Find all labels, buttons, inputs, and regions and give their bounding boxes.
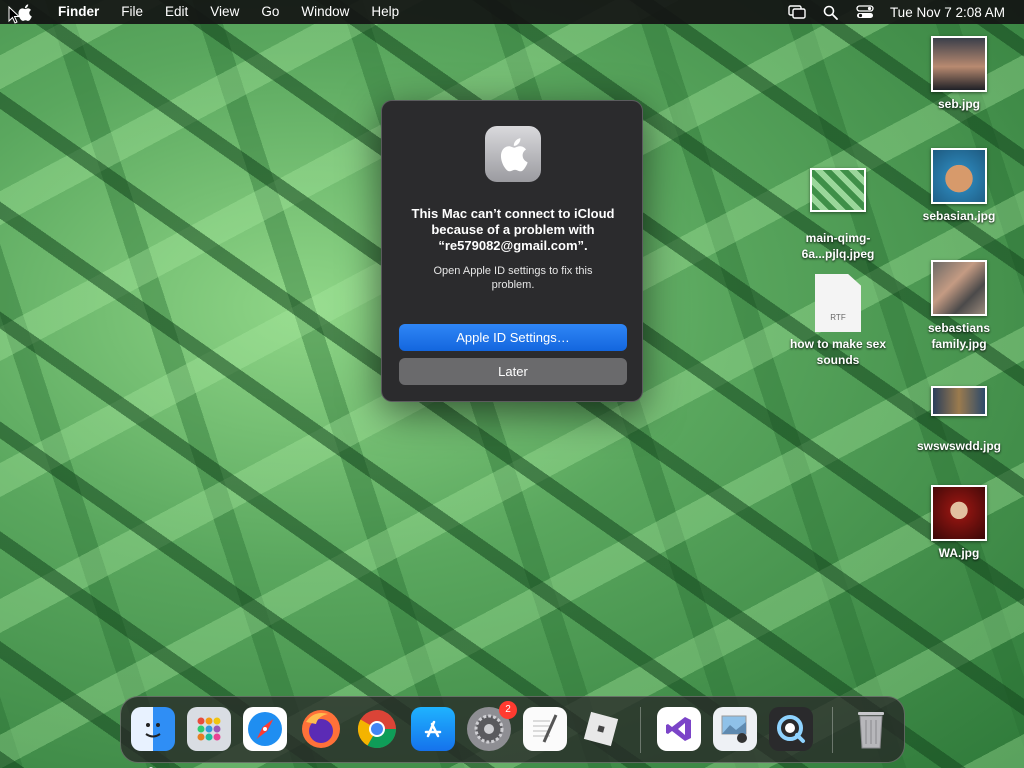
apple-logo-icon — [485, 126, 541, 182]
file-name: swswswdd.jpg — [916, 439, 1001, 453]
file-name: WA.jpg — [938, 546, 980, 560]
image-thumbnail — [810, 168, 866, 212]
dock-separator — [832, 707, 833, 753]
screen-mirroring-icon[interactable] — [788, 4, 806, 20]
menu-view[interactable]: View — [199, 0, 250, 24]
desktop-file-swswswdd[interactable]: swswswdd.jpg — [909, 386, 1009, 454]
image-thumbnail — [931, 386, 987, 416]
textedit-icon[interactable] — [523, 707, 567, 751]
dialog-title: This Mac can’t connect to iCloud because… — [411, 206, 615, 253]
rtf-document-icon: RTF — [815, 274, 861, 332]
visual-studio-icon[interactable] — [657, 707, 701, 751]
file-name: sebasian.jpg — [922, 209, 996, 223]
apple-id-settings-button[interactable]: Apple ID Settings… — [399, 324, 627, 351]
firefox-icon[interactable] — [299, 707, 343, 751]
quicktime-icon[interactable] — [769, 707, 813, 751]
menu-bar: Finder File Edit View Go Window Help Tue… — [0, 0, 1024, 24]
menu-help[interactable]: Help — [360, 0, 410, 24]
launchpad-icon[interactable] — [187, 707, 231, 751]
image-thumbnail — [931, 148, 987, 204]
file-name: sebastians family.jpg — [927, 321, 991, 351]
image-thumbnail — [931, 36, 987, 92]
menu-app-name[interactable]: Finder — [52, 0, 110, 24]
file-name: seb.jpg — [937, 97, 980, 111]
desktop-file-sebasian[interactable]: sebasian.jpg — [909, 148, 1009, 224]
image-thumbnail — [931, 260, 987, 316]
desktop-file-sebastians-family[interactable]: sebastians family.jpg — [909, 260, 1009, 352]
desktop-file-wa[interactable]: WA.jpg — [909, 485, 1009, 561]
desktop-file-rtf[interactable]: RTF how to make sex sounds — [778, 274, 898, 368]
desktop-file-main-qimg[interactable]: main-qimg-6a...pjlq.jpeg — [778, 168, 898, 262]
control-center-icon[interactable] — [856, 4, 874, 20]
chrome-icon[interactable] — [355, 707, 399, 751]
finder-icon[interactable] — [131, 707, 175, 768]
safari-icon[interactable] — [243, 707, 287, 751]
preview-icon[interactable] — [713, 707, 757, 751]
system-settings-icon[interactable]: 2 — [467, 701, 517, 751]
menu-go[interactable]: Go — [250, 0, 290, 24]
notification-badge: 2 — [499, 701, 517, 719]
app-store-icon[interactable] — [411, 707, 455, 751]
menu-file[interactable]: File — [110, 0, 154, 24]
roblox-icon[interactable] — [579, 707, 623, 751]
dock: 2 — [120, 696, 905, 768]
trash-icon[interactable] — [849, 707, 893, 751]
icloud-alert-dialog: This Mac can’t connect to iCloud because… — [381, 100, 643, 402]
menu-bar-clock[interactable]: Tue Nov 7 2:08 AM — [890, 5, 1005, 20]
file-name: main-qimg-6a...pjlq.jpeg — [801, 231, 875, 261]
dialog-message: Open Apple ID settings to fix this probl… — [433, 265, 593, 291]
menu-edit[interactable]: Edit — [154, 0, 199, 24]
menu-window[interactable]: Window — [290, 0, 360, 24]
desktop-file-seb[interactable]: seb.jpg — [909, 36, 1009, 112]
image-thumbnail — [931, 485, 987, 541]
later-button[interactable]: Later — [399, 358, 627, 385]
mouse-pointer-icon — [8, 5, 21, 24]
search-icon[interactable] — [822, 4, 840, 20]
dock-separator — [640, 707, 641, 753]
file-name: how to make sex sounds — [789, 337, 887, 367]
